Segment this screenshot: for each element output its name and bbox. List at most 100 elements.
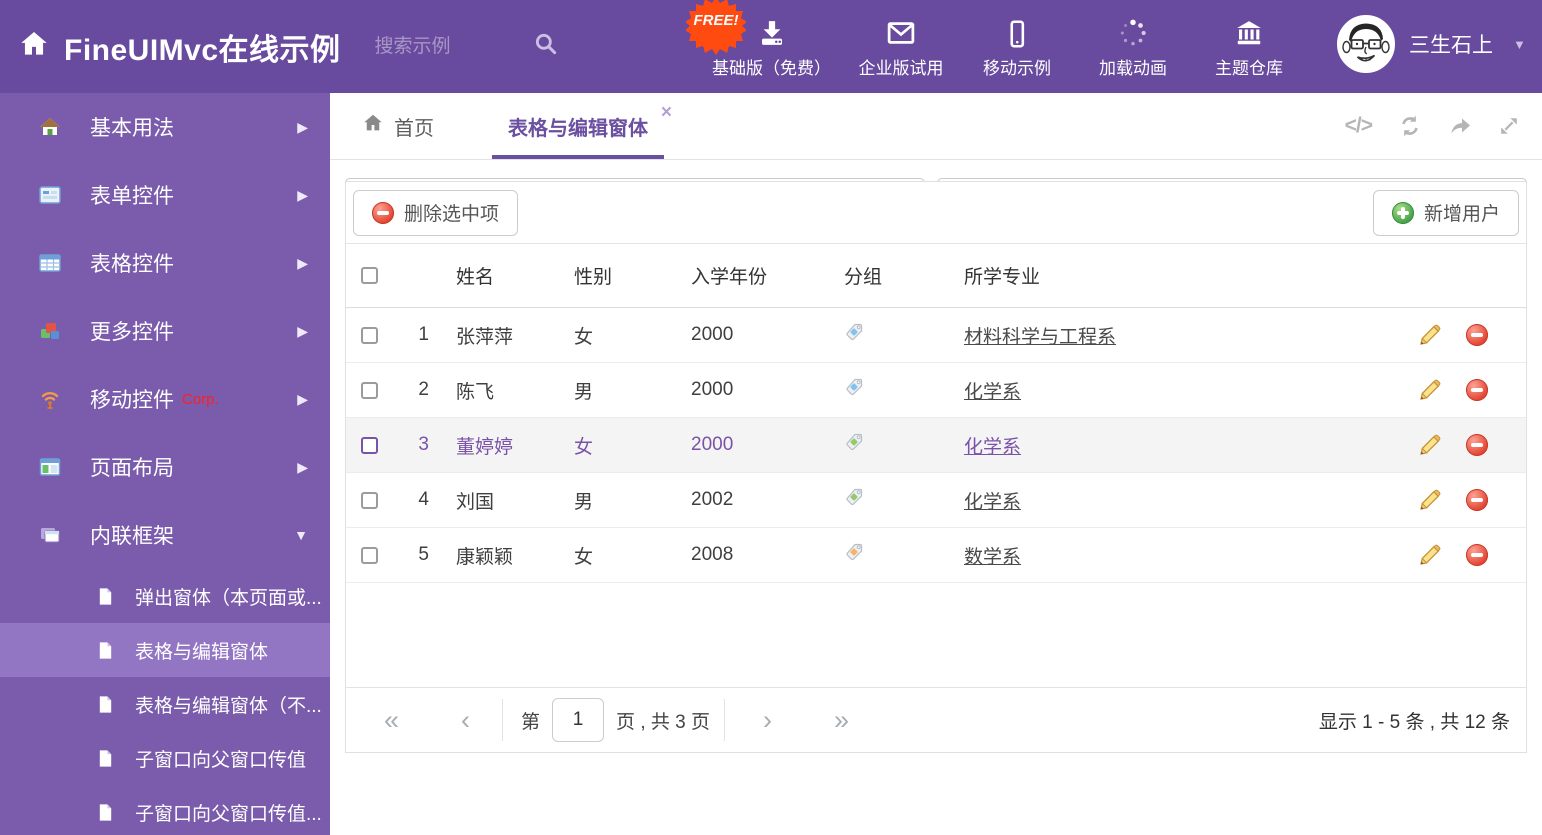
sidebar-item-basic-usage[interactable]: 基本用法 ▶ xyxy=(0,93,330,161)
edit-icon[interactable] xyxy=(1418,433,1442,457)
column-header-gender[interactable]: 性别 xyxy=(574,262,691,289)
app-title: FineUIMvc在线示例 xyxy=(64,33,341,67)
header-search-input[interactable] xyxy=(374,35,525,58)
column-header-year[interactable]: 入学年份 xyxy=(691,262,844,289)
sidebar-item-page-layout[interactable]: 页面布局 ▶ xyxy=(0,433,330,501)
row-checkbox[interactable] xyxy=(361,326,378,344)
free-badge: FREE! xyxy=(686,0,746,56)
column-header-name[interactable]: 姓名 xyxy=(429,262,574,289)
add-user-button[interactable]: 新增用户 xyxy=(1372,189,1519,236)
major-link[interactable]: 材料科学与工程系 xyxy=(964,322,1116,349)
cell-name: 刘国 xyxy=(456,491,495,513)
delete-icon[interactable] xyxy=(1466,544,1488,566)
nav-label: 基础版（免费） xyxy=(712,59,831,78)
next-page-icon[interactable]: › xyxy=(763,706,772,734)
row-checkbox[interactable] xyxy=(361,546,378,564)
header-nav: 基础版（免费） 企业版试用 移动示例 加载动画 主题仓库 xyxy=(712,0,1295,93)
edit-icon[interactable] xyxy=(1418,323,1442,347)
select-all-checkbox[interactable] xyxy=(361,267,378,284)
row-checkbox[interactable] xyxy=(361,491,378,509)
sidebar-item-label: 基本用法 xyxy=(90,117,174,140)
nav-label: 加载动画 xyxy=(1099,59,1167,78)
nav-item-enterprise-trial[interactable]: 企业版试用 xyxy=(855,14,947,79)
table-row[interactable]: 4 刘国 男 2002 化学系 xyxy=(346,473,1526,528)
sidebar-subitem-child-to-parent[interactable]: 子窗口向父窗口传值 xyxy=(0,731,330,785)
app-logo[interactable]: FineUIMvc在线示例 xyxy=(0,25,341,69)
tab-grid-edit-window[interactable]: 表格与编辑窗体 × xyxy=(492,93,672,159)
cell-gender: 女 xyxy=(574,326,594,348)
grid-empty-area xyxy=(346,583,1526,687)
nav-item-mobile-demo[interactable]: 移动示例 xyxy=(971,14,1063,79)
cell-year: 2002 xyxy=(691,489,734,510)
cell-gender: 男 xyxy=(574,381,594,403)
table-row[interactable]: 1 张萍萍 女 2000 材料科学与工程系 xyxy=(346,308,1526,363)
data-grid: 删除选中项 新增用户 姓名 性别 入学年份 分组 所学专业 1 张萍萍 女 20… xyxy=(345,181,1527,753)
avatar xyxy=(1337,15,1395,73)
frames-icon xyxy=(38,523,64,547)
delete-icon[interactable] xyxy=(1466,434,1488,456)
cell-year: 2000 xyxy=(691,379,734,400)
row-number: 1 xyxy=(418,324,429,345)
nav-item-loading-animations[interactable]: 加载动画 xyxy=(1087,14,1179,79)
sidebar-item-label: 移动控件 xyxy=(90,389,174,412)
share-forward-icon[interactable] xyxy=(1448,114,1472,138)
file-icon xyxy=(96,749,115,768)
edit-icon[interactable] xyxy=(1418,543,1442,567)
code-icon[interactable]: </> xyxy=(1345,114,1373,138)
edit-icon[interactable] xyxy=(1418,488,1442,512)
layout-icon xyxy=(38,455,64,479)
prev-page-icon[interactable]: ‹ xyxy=(461,706,470,734)
major-link[interactable]: 化学系 xyxy=(964,487,1021,514)
sidebar-subitem-grid-edit-window[interactable]: 表格与编辑窗体 xyxy=(0,623,330,677)
sidebar-item-label: 表单控件 xyxy=(90,185,174,208)
sidebar-item-more-controls[interactable]: 更多控件 ▶ xyxy=(0,297,330,365)
row-number: 4 xyxy=(418,489,429,510)
delete-icon[interactable] xyxy=(1466,489,1488,511)
cell-name: 陈飞 xyxy=(456,381,495,403)
delete-selected-button[interactable]: 删除选中项 xyxy=(353,189,519,236)
row-checkbox[interactable] xyxy=(361,436,378,454)
table-row[interactable]: 2 陈飞 男 2000 化学系 xyxy=(346,363,1526,418)
envelope-icon xyxy=(886,14,916,48)
sidebar-item-form-controls[interactable]: 表单控件 ▶ xyxy=(0,161,330,229)
spinner-icon xyxy=(1118,14,1148,48)
column-header-major[interactable]: 所学专业 xyxy=(964,262,1396,289)
chevron-right-icon: ▶ xyxy=(297,186,308,203)
table-row[interactable]: 5 康颖颖 女 2008 数学系 xyxy=(346,528,1526,583)
close-icon[interactable]: × xyxy=(661,103,672,122)
page-label-suffix: 页 , 共 3 页 xyxy=(616,711,711,733)
sidebar-item-inline-frames[interactable]: 内联框架 ▼ xyxy=(0,501,330,569)
sidebar-subitem-popup-window[interactable]: 弹出窗体（本页面或... xyxy=(0,569,330,623)
divider xyxy=(724,699,726,741)
major-link[interactable]: 化学系 xyxy=(964,377,1021,404)
sidebar-subitem-child-to-parent-2[interactable]: 子窗口向父窗口传值... xyxy=(0,785,330,835)
column-header-group[interactable]: 分组 xyxy=(844,262,964,289)
sidebar-subitem-grid-edit-window-2[interactable]: 表格与编辑窗体（不... xyxy=(0,677,330,731)
row-checkbox[interactable] xyxy=(361,381,378,399)
username: 三生石上 xyxy=(1409,34,1493,57)
page-number-input[interactable] xyxy=(552,698,605,742)
sidebar: 基本用法 ▶ 表单控件 ▶ 表格控件 ▶ 更多控件 ▶ 移动控件 Corp. ▶ xyxy=(0,93,330,835)
refresh-icon[interactable] xyxy=(1398,114,1422,138)
nav-item-theme-repo[interactable]: 主题仓库 xyxy=(1203,14,1295,79)
expand-icon[interactable] xyxy=(1498,115,1520,137)
nav-label: 主题仓库 xyxy=(1215,59,1283,78)
file-icon xyxy=(96,641,115,660)
table-row-selected[interactable]: 3 董婷婷 女 2000 化学系 xyxy=(346,418,1526,473)
delete-icon[interactable] xyxy=(1466,379,1488,401)
tag-icon xyxy=(844,542,864,568)
delete-icon[interactable] xyxy=(1466,324,1488,346)
edit-icon[interactable] xyxy=(1418,378,1442,402)
cell-gender: 女 xyxy=(574,436,594,458)
user-menu[interactable]: 三生石上 ▼ xyxy=(1337,15,1526,73)
tag-icon xyxy=(844,432,864,458)
major-link[interactable]: 化学系 xyxy=(964,432,1021,459)
sidebar-item-mobile-controls[interactable]: 移动控件 Corp. ▶ xyxy=(0,365,330,433)
last-page-icon[interactable]: » xyxy=(834,706,849,734)
sidebar-item-grid-controls[interactable]: 表格控件 ▶ xyxy=(0,229,330,297)
first-page-icon[interactable]: « xyxy=(384,706,399,734)
tab-home[interactable]: 首页 xyxy=(362,112,434,141)
header-search-icon[interactable] xyxy=(533,31,559,62)
major-link[interactable]: 数学系 xyxy=(964,542,1021,569)
file-icon xyxy=(96,587,115,606)
